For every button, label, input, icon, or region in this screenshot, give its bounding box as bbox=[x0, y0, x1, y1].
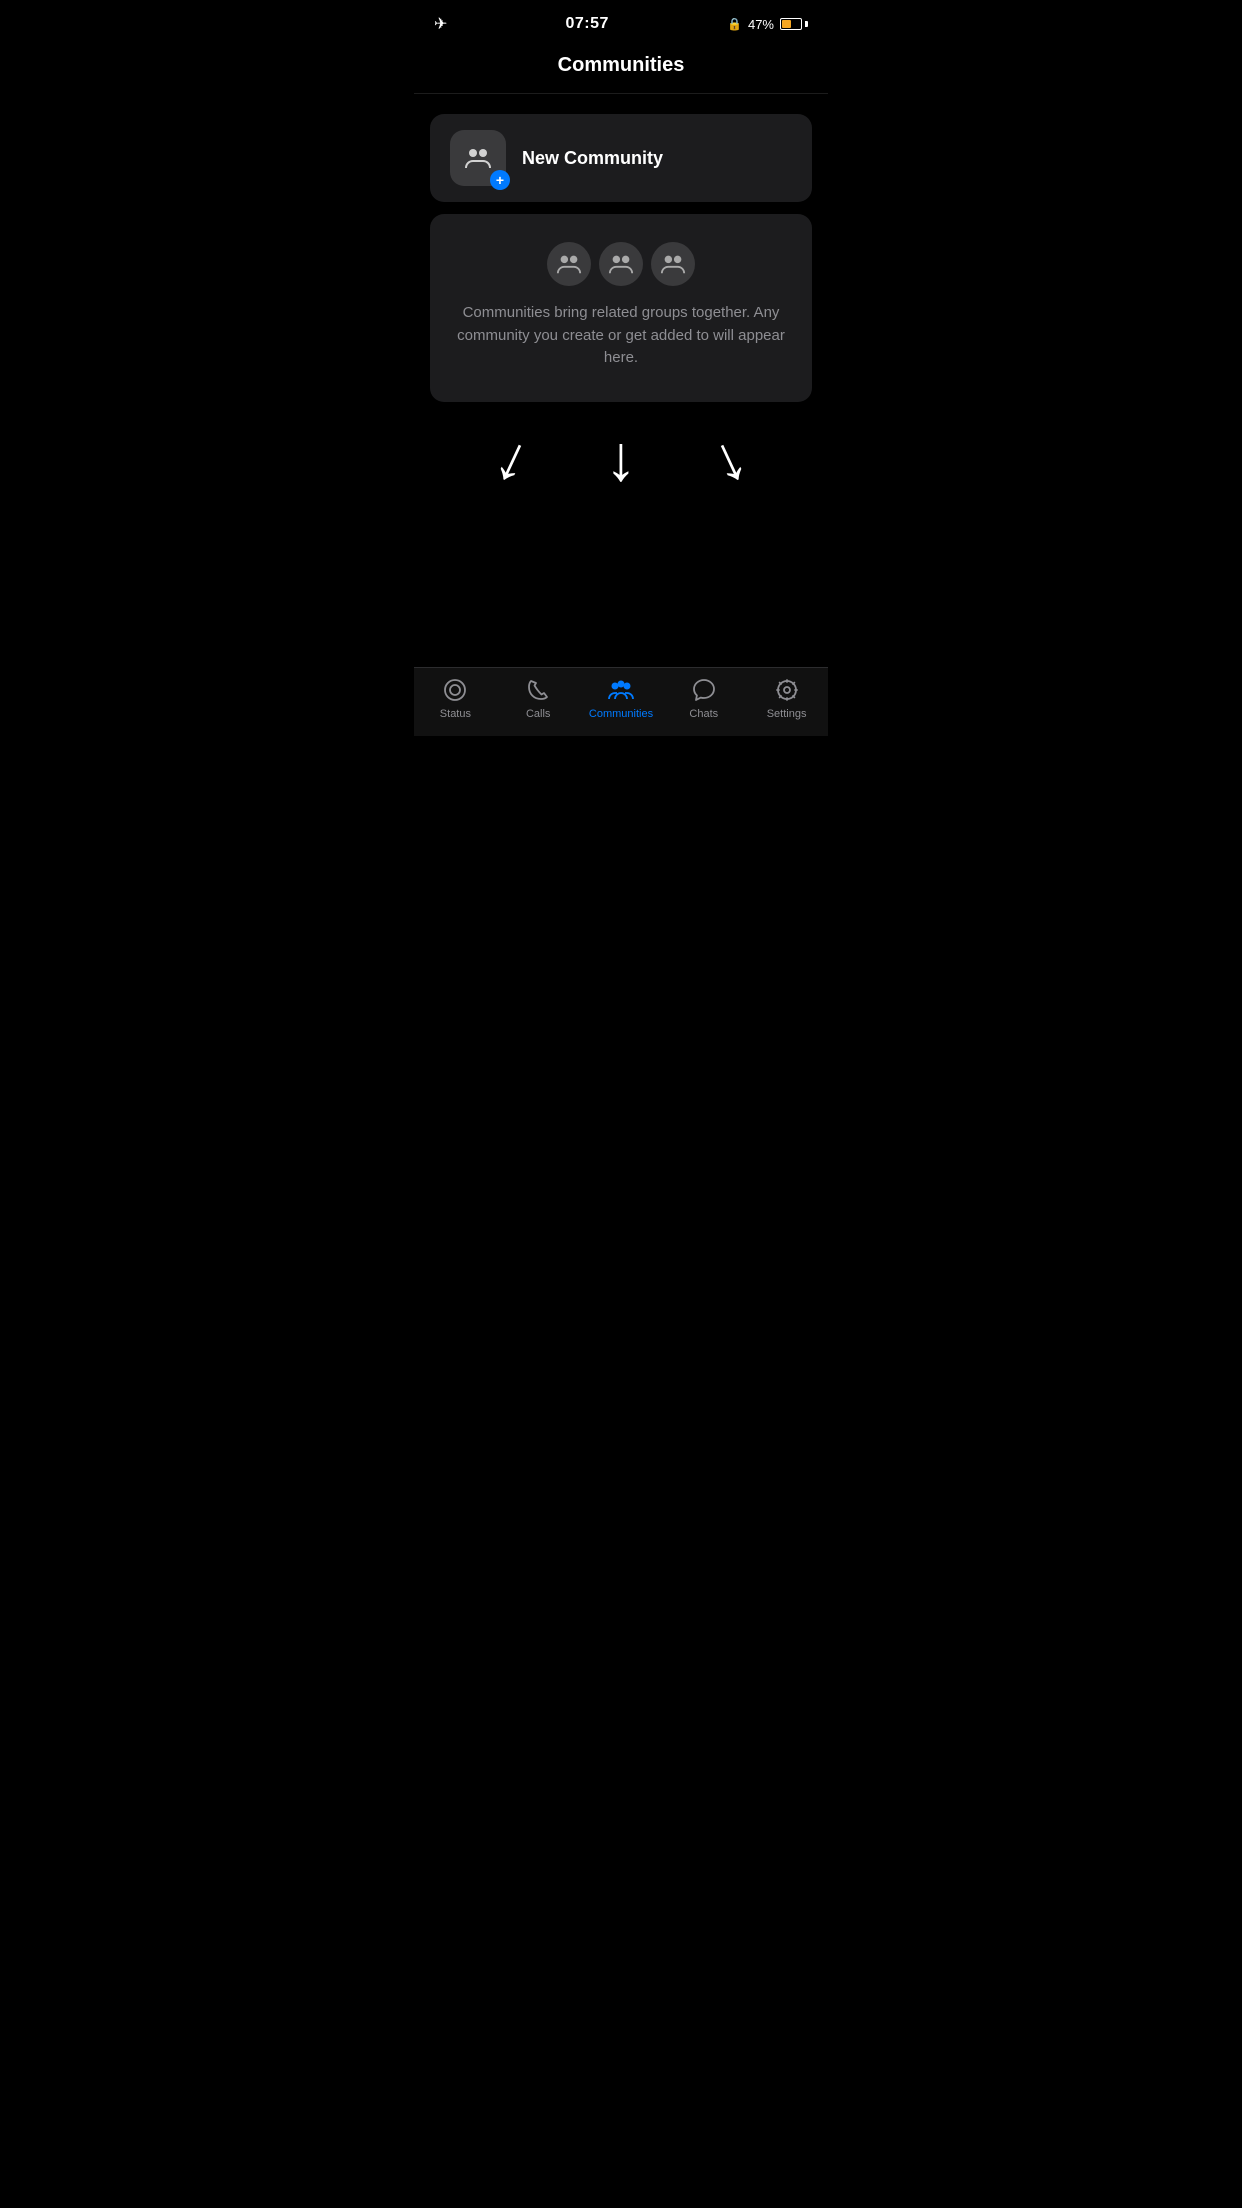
lock-icon: 🔒 bbox=[727, 17, 742, 31]
new-community-button[interactable]: + New Community bbox=[430, 114, 812, 202]
status-nav-icon bbox=[441, 676, 469, 704]
arrow-left: ↓ bbox=[486, 422, 542, 494]
arrows-container: ↓ ↓ ↓ bbox=[430, 402, 812, 490]
screen: ✈ 07:57 🔒 47% Communities bbox=[414, 0, 828, 736]
settings-icon-svg bbox=[774, 677, 800, 703]
calls-nav-label: Calls bbox=[526, 708, 550, 720]
bottom-navigation: Status Calls Co bbox=[414, 667, 828, 736]
calls-icon-svg bbox=[525, 677, 551, 703]
nav-item-settings[interactable]: Settings bbox=[745, 676, 828, 720]
chats-nav-icon bbox=[690, 676, 718, 704]
settings-nav-label: Settings bbox=[767, 708, 807, 720]
group-icon-2 bbox=[599, 242, 643, 286]
page-title: Communities bbox=[434, 54, 808, 77]
content-area: + New Community bbox=[414, 94, 828, 736]
status-icon-svg bbox=[442, 677, 468, 703]
main-content: + New Community bbox=[414, 94, 828, 736]
communities-icon-svg bbox=[608, 677, 634, 703]
plus-badge: + bbox=[490, 170, 510, 190]
status-nav-label: Status bbox=[440, 708, 471, 720]
calls-nav-icon bbox=[524, 676, 552, 704]
groups-icon-svg-1 bbox=[556, 251, 582, 277]
nav-item-calls[interactable]: Calls bbox=[497, 676, 580, 720]
groups-icon-svg-3 bbox=[660, 251, 686, 277]
arrow-center: ↓ bbox=[605, 426, 637, 490]
new-community-icon-wrapper: + bbox=[450, 130, 506, 186]
info-card: Communities bring related groups togethe… bbox=[430, 214, 812, 402]
groups-icons bbox=[547, 242, 695, 286]
nav-item-status[interactable]: Status bbox=[414, 676, 497, 720]
status-time: 07:57 bbox=[566, 15, 609, 33]
nav-item-chats[interactable]: Chats bbox=[662, 676, 745, 720]
chats-icon-svg bbox=[691, 677, 717, 703]
groups-icon-svg-2 bbox=[608, 251, 634, 277]
communities-nav-label: Communities bbox=[589, 708, 653, 720]
settings-nav-icon bbox=[773, 676, 801, 704]
community-people-icon bbox=[464, 144, 492, 172]
status-bar: ✈ 07:57 🔒 47% bbox=[414, 0, 828, 44]
status-right: 🔒 47% bbox=[727, 17, 808, 32]
page-header: Communities bbox=[414, 44, 828, 94]
chats-nav-label: Chats bbox=[689, 708, 718, 720]
communities-nav-icon bbox=[607, 676, 635, 704]
arrow-right: ↓ bbox=[700, 422, 756, 494]
group-icon-3 bbox=[651, 242, 695, 286]
battery-icon bbox=[780, 18, 808, 30]
group-icon-1 bbox=[547, 242, 591, 286]
new-community-label: New Community bbox=[522, 148, 663, 169]
info-description: Communities bring related groups togethe… bbox=[454, 302, 788, 370]
battery-percent: 47% bbox=[748, 17, 774, 32]
airplane-mode-indicator: ✈ bbox=[434, 14, 447, 34]
nav-item-communities[interactable]: Communities bbox=[580, 676, 663, 720]
